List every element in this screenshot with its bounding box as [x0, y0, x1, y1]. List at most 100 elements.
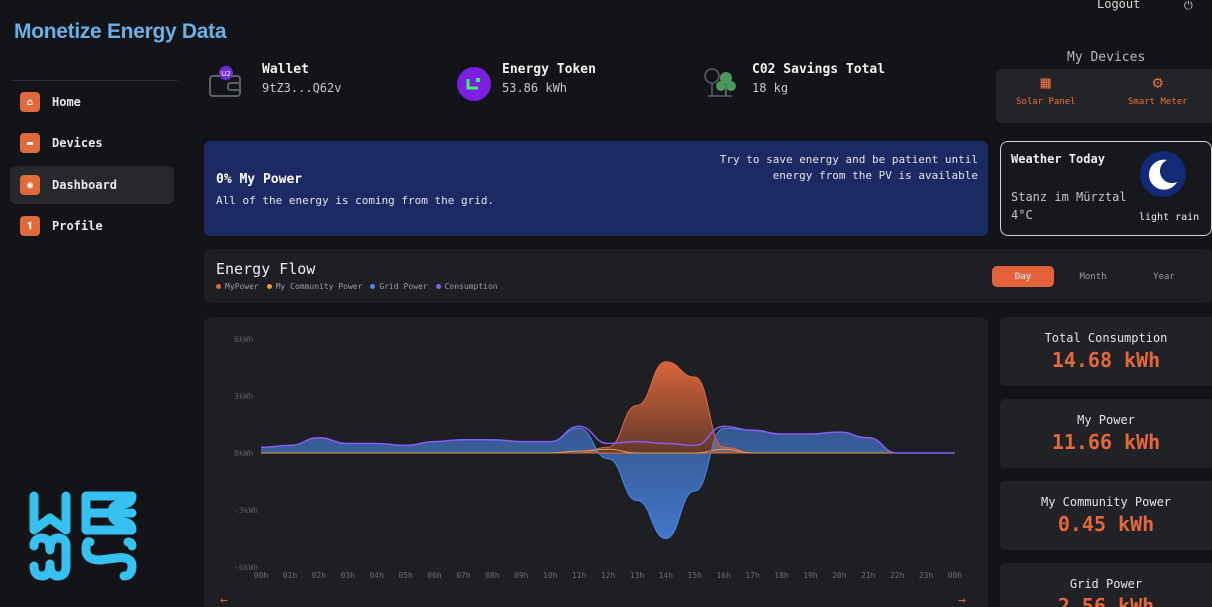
- sidebar-item-label: Home: [52, 95, 81, 109]
- x-tick-label: 00h: [948, 571, 963, 580]
- x-tick-label: 18h: [774, 571, 789, 580]
- sidebar-item-profile[interactable]: 𝟏 Profile: [10, 207, 174, 245]
- energy-token-icon: [457, 67, 491, 101]
- energy-flow-header: Energy Flow MyPower My Community Power G…: [204, 249, 1212, 303]
- my-power-card: My Power 11.66 kWh: [1000, 399, 1212, 468]
- co2-savings-label: C02 Savings Total: [752, 62, 886, 77]
- energy-tip-line: energy from the PV is available: [772, 169, 978, 182]
- energy-tip: Try to save energy and be patient until …: [678, 152, 978, 184]
- weather-temperature: 4°C: [1011, 208, 1033, 222]
- x-tick-label: 19h: [803, 571, 818, 580]
- profile-icon: 𝟏: [20, 216, 40, 236]
- tree-savings-icon: [704, 68, 736, 97]
- weather-card: Weather Today Stanz im Mürztal 4°C light…: [1000, 141, 1212, 236]
- power-status-banner: 0% My Power All of the energy is coming …: [204, 141, 988, 236]
- app-title: Monetize Energy Data: [14, 20, 227, 43]
- logout-link[interactable]: Logout: [1097, 0, 1140, 11]
- sidebar-divider: [12, 80, 178, 81]
- legend-item: MyPower: [216, 282, 259, 291]
- wallet-icon: U2: [209, 66, 241, 97]
- y-tick-label: -3kWh: [234, 506, 258, 515]
- my-devices-panel: ▦ Solar Panel ⚙ Smart Meter: [996, 69, 1212, 123]
- chart-legend: MyPower My Community Power Grid Power Co…: [216, 282, 498, 291]
- wbs3-logo: [29, 491, 137, 581]
- x-tick-label: 05h: [398, 571, 413, 580]
- y-tick-label: 0kWh: [234, 449, 253, 458]
- stat-label: Total Consumption: [1044, 331, 1168, 345]
- legend-item: Consumption: [435, 282, 498, 291]
- energy-flow-chart: 6kWh 3kWh 0kWh -3kWh -6kWh 00h 01h 02h 03h 04h 05h…: [204, 317, 988, 607]
- x-tick-label: 23h: [919, 571, 934, 580]
- x-tick-label: 20h: [832, 571, 847, 580]
- y-tick-label: 6kWh: [234, 335, 253, 344]
- x-tick-label: 04h: [369, 571, 384, 580]
- legend-dot: [435, 284, 441, 289]
- prev-day-arrow[interactable]: ←: [220, 593, 228, 607]
- x-tick-label: 16h: [716, 571, 731, 580]
- weather-description: light rain: [1139, 212, 1200, 223]
- wallet-label: Wallet: [262, 62, 309, 77]
- period-year-tab[interactable]: Year: [1133, 266, 1195, 287]
- home-icon: ⌂: [20, 92, 40, 112]
- x-tick-label: 15h: [688, 571, 703, 580]
- legend-dot: [216, 284, 221, 289]
- legend-item: Grid Power: [370, 282, 428, 291]
- my-devices-title: My Devices: [1067, 50, 1146, 65]
- my-community-power-card: My Community Power 0.45 kWh: [1000, 481, 1212, 550]
- energy-flow-chart-svg: 6kWh3kWh0kWh-3kWh-6kWh00h 01h 02h 03h 04h 05h…: [220, 335, 966, 607]
- sidebar-item-devices[interactable]: ▬ Devices: [10, 124, 174, 162]
- device-solar-panel[interactable]: ▦ Solar Panel: [1016, 73, 1076, 107]
- x-tick-label: 10h: [543, 571, 558, 580]
- x-tick-label: 22h: [890, 571, 905, 580]
- x-tick-label: 03h: [341, 571, 356, 580]
- sidebar-item-label: Devices: [52, 136, 103, 150]
- stat-label: My Community Power: [1040, 495, 1172, 509]
- energy-token-value: 53.86 kWh: [502, 81, 568, 95]
- co2-savings-stat: C02 Savings Total 18 kg: [702, 62, 885, 100]
- device-smart-meter[interactable]: ⚙ Smart Meter: [1128, 73, 1188, 107]
- svg-text:U2: U2: [221, 70, 231, 78]
- sidebar: Monetize Energy Data ⌂ Home ▬ Devices ◉ …: [0, 0, 227, 607]
- devices-icon: ▬: [20, 133, 40, 153]
- logout-icon[interactable]: ⏻: [1184, 0, 1193, 13]
- x-tick-label: 01h: [283, 571, 298, 580]
- x-tick-label: 02h: [312, 571, 327, 580]
- period-month-tab[interactable]: Month: [1062, 266, 1124, 287]
- legend-label: MyPower: [225, 282, 259, 291]
- sidebar-item-label: Profile: [52, 219, 103, 233]
- stat-label: Grid Power: [1069, 577, 1143, 591]
- stat-value: 11.66 kWh: [1051, 430, 1161, 454]
- x-tick-label: 21h: [861, 571, 876, 580]
- stat-value: 14.68 kWh: [1051, 348, 1161, 372]
- x-tick-label: 17h: [745, 571, 760, 580]
- x-tick-label: 11h: [572, 571, 587, 580]
- legend-label: My Community Power: [275, 282, 363, 291]
- x-tick-label: 09h: [514, 571, 529, 580]
- energy-tip-line: Try to save energy and be patient until: [719, 153, 978, 166]
- solar-panel-icon: ▦: [1040, 73, 1051, 93]
- legend-dot: [266, 284, 272, 289]
- next-day-arrow[interactable]: →: [958, 593, 966, 607]
- legend-label: Grid Power: [379, 282, 428, 291]
- stat-label: My Power: [1077, 413, 1135, 427]
- x-tick-label: 13h: [630, 571, 645, 580]
- total-consumption-card: Total Consumption 14.68 kWh: [1000, 317, 1212, 386]
- y-tick-label: 3kWh: [234, 392, 253, 401]
- x-tick-label: 06h: [427, 571, 442, 580]
- x-tick-label: 08h: [485, 571, 500, 580]
- wallet-address: 9tZ3...Q62v: [262, 81, 342, 95]
- wallet-stat: U2 Wallet 9tZ3...Q62v: [208, 62, 341, 100]
- power-percent-title: 0% My Power: [216, 172, 303, 187]
- period-day-tab[interactable]: Day: [992, 266, 1054, 287]
- energy-token-label: Energy Token: [502, 62, 596, 77]
- sidebar-item-dashboard[interactable]: ◉ Dashboard: [10, 166, 174, 204]
- stat-value: 0.45 kWh: [1057, 512, 1155, 536]
- sidebar-item-home[interactable]: ⌂ Home: [10, 83, 174, 121]
- legend-item: My Community Power: [266, 282, 363, 291]
- x-tick-label: 00h: [254, 571, 269, 580]
- dashboard-icon: ◉: [20, 175, 40, 195]
- x-tick-label: 12h: [601, 571, 616, 580]
- legend-dot: [370, 284, 376, 289]
- co2-savings-value: 18 kg: [752, 81, 789, 95]
- grid-power-card: Grid Power 2.56 kWh: [1000, 563, 1212, 607]
